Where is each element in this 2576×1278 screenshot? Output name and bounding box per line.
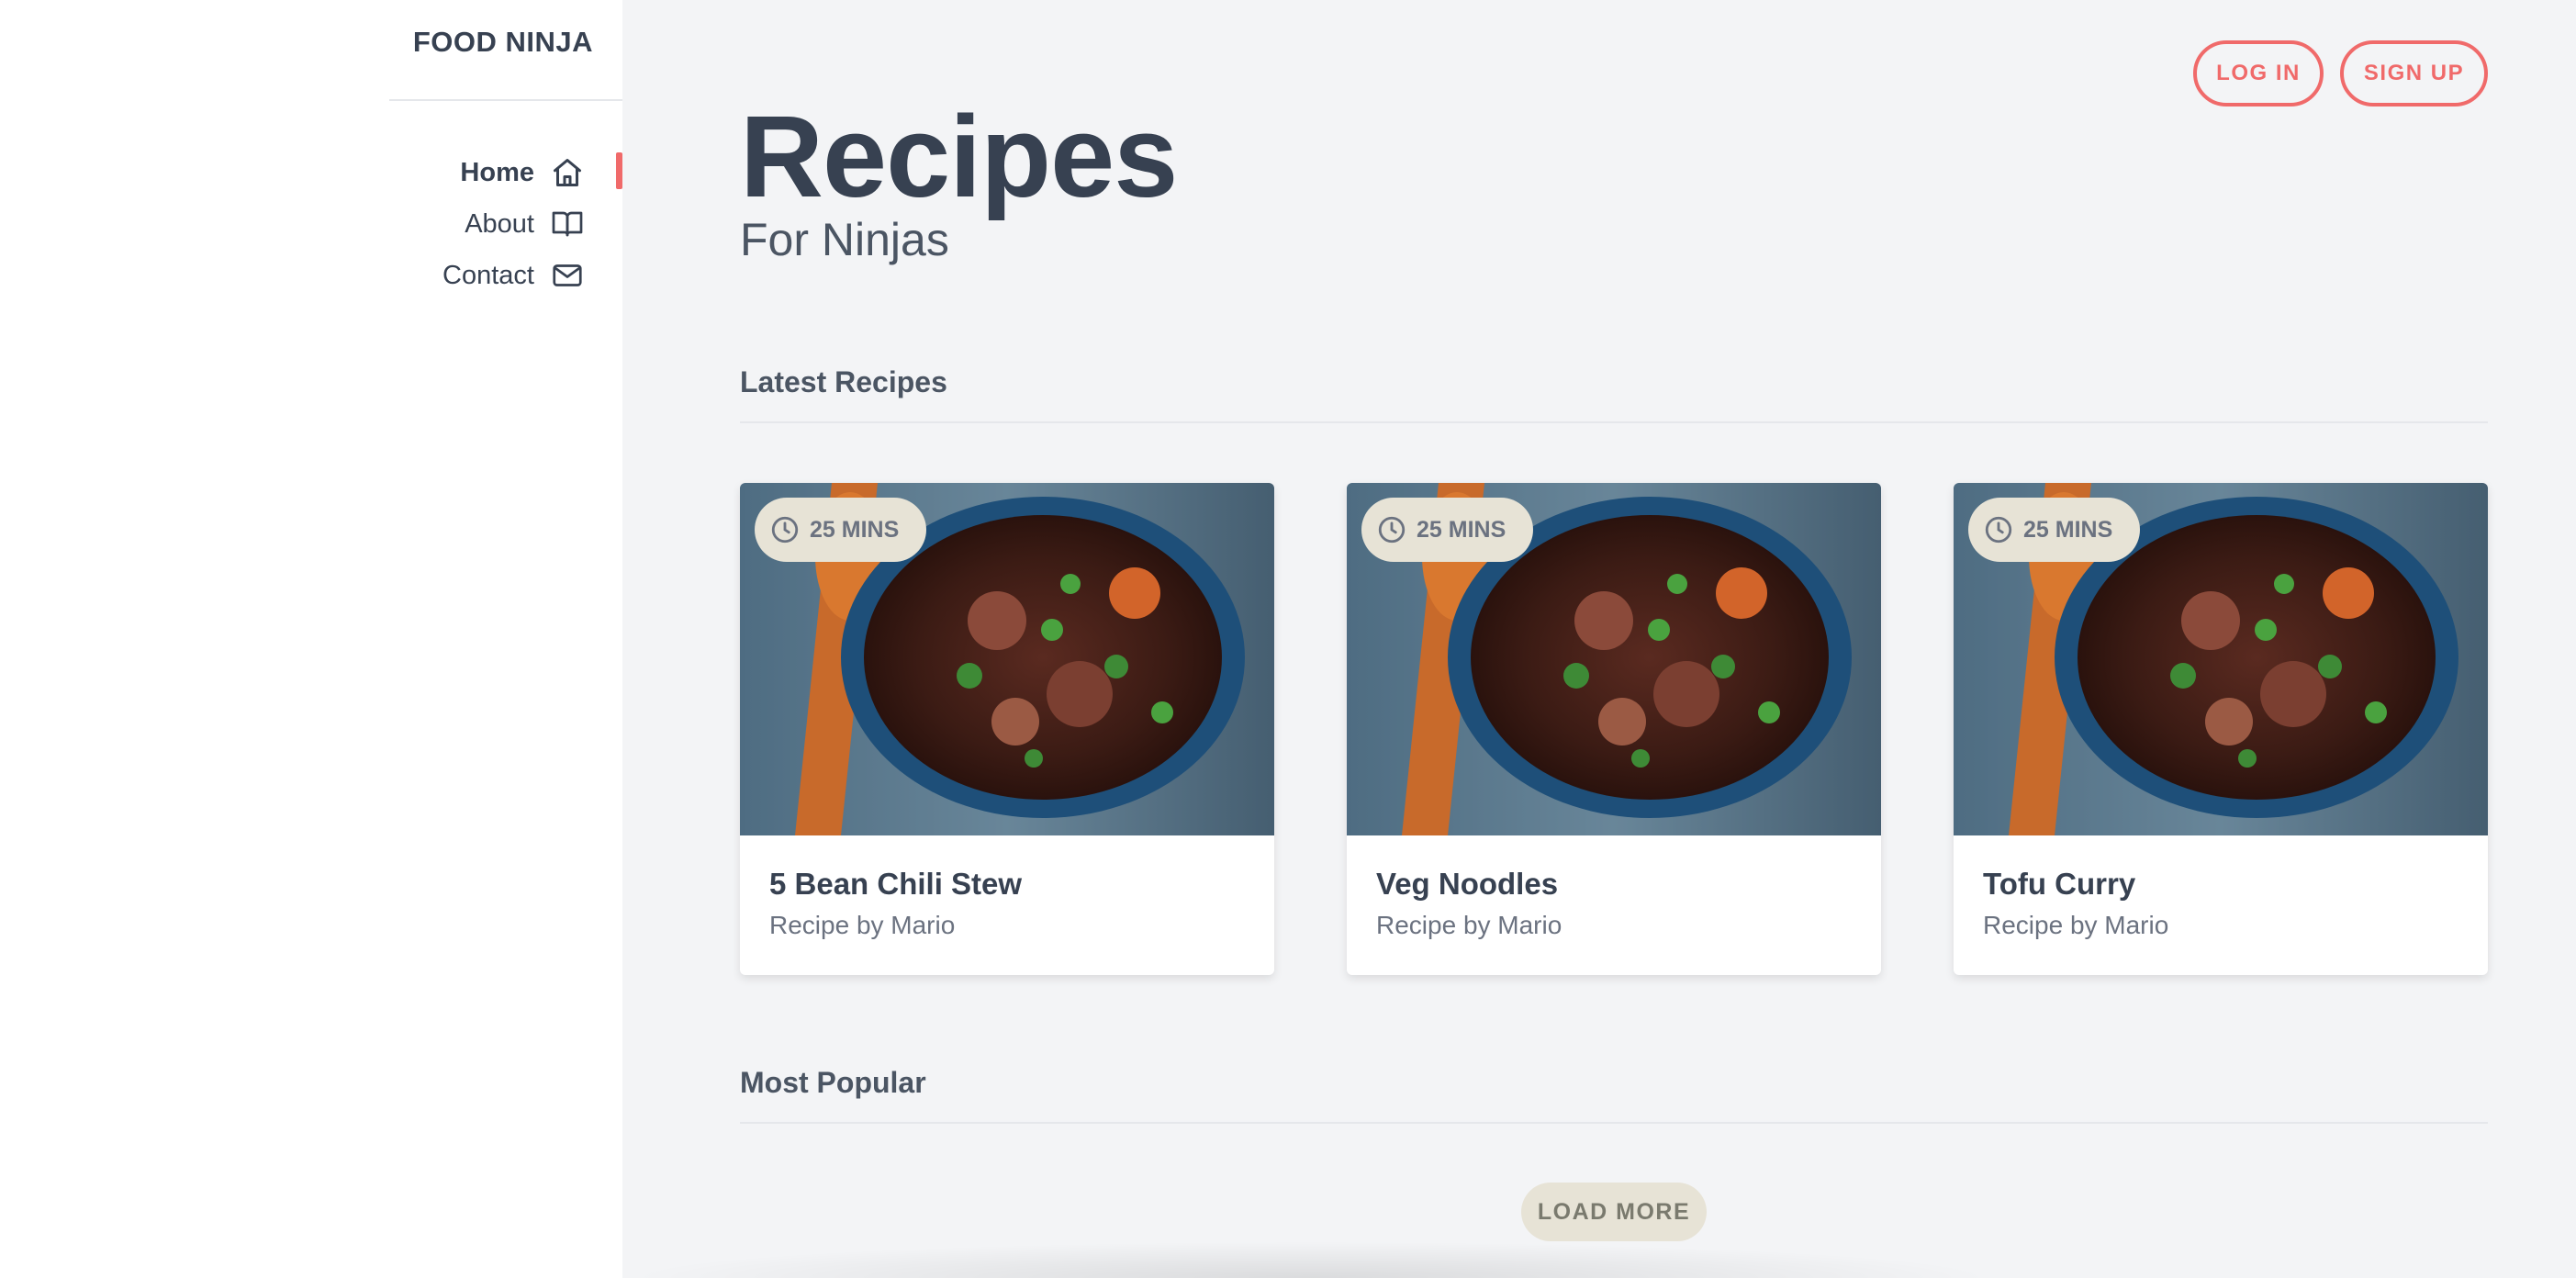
recipe-title: Tofu Curry xyxy=(1983,867,2136,901)
recipe-card[interactable]: 25 MINS Tofu Curry Recipe by Mario xyxy=(1954,483,2488,975)
signup-button[interactable]: SIGN UP xyxy=(2340,40,2488,106)
recipe-title: 5 Bean Chili Stew xyxy=(769,867,1023,901)
sidebar-nav: Home About Contact xyxy=(0,147,622,301)
recipe-card[interactable]: 25 MINS 5 Bean Chili Stew Recipe by Mari… xyxy=(740,483,1274,975)
time-badge: 25 MINS xyxy=(1968,498,2141,562)
sidebar-item-home[interactable]: Home xyxy=(0,147,622,198)
latest-recipes-heading: Latest Recipes xyxy=(740,365,947,398)
time-badge: 25 MINS xyxy=(1361,498,1534,562)
brand-logo[interactable]: FOOD NINJA xyxy=(389,26,593,59)
recipe-card[interactable]: 25 MINS Veg Noodles Recipe by Mario xyxy=(1347,483,1881,975)
sidebar: FOOD NINJA Home About Contact xyxy=(0,0,622,1278)
time-label: 25 MINS xyxy=(810,516,900,543)
recipe-author: Recipe by Mario xyxy=(1376,911,1562,939)
bottom-shadow xyxy=(622,1241,1999,1278)
clock-icon xyxy=(1983,514,2014,545)
time-badge: 25 MINS xyxy=(755,498,927,562)
recipe-image: 25 MINS xyxy=(1954,483,2488,835)
recipe-image: 25 MINS xyxy=(1347,483,1881,835)
time-label: 25 MINS xyxy=(2023,516,2113,543)
book-icon xyxy=(549,206,586,242)
sidebar-divider xyxy=(389,99,622,101)
active-indicator xyxy=(616,152,622,189)
page-subtitle: For Ninjas xyxy=(740,214,949,265)
sidebar-item-label: Contact xyxy=(442,260,534,290)
section-divider xyxy=(740,1122,2488,1124)
recipe-image: 25 MINS xyxy=(740,483,1274,835)
recipe-author: Recipe by Mario xyxy=(769,911,956,939)
load-more-button[interactable]: LOAD MORE xyxy=(1521,1183,1707,1241)
sidebar-item-label: Home xyxy=(460,157,534,187)
time-label: 25 MINS xyxy=(1417,516,1506,543)
most-popular-heading: Most Popular xyxy=(740,1066,926,1099)
clock-icon xyxy=(1376,514,1407,545)
section-divider xyxy=(740,421,2488,423)
sidebar-item-about[interactable]: About xyxy=(0,198,622,250)
recipe-title: Veg Noodles xyxy=(1376,867,1559,901)
mail-icon xyxy=(549,257,586,294)
page-title: Recipes xyxy=(740,92,1178,221)
clock-icon xyxy=(769,514,801,545)
sidebar-item-contact[interactable]: Contact xyxy=(0,250,622,301)
login-button[interactable]: LOG IN xyxy=(2193,40,2324,106)
sidebar-item-label: About xyxy=(465,208,534,239)
page: FOOD NINJA Home About Contact LOG IN SIG… xyxy=(0,0,2576,1278)
recipe-author: Recipe by Mario xyxy=(1983,911,2169,939)
home-icon xyxy=(549,154,586,191)
